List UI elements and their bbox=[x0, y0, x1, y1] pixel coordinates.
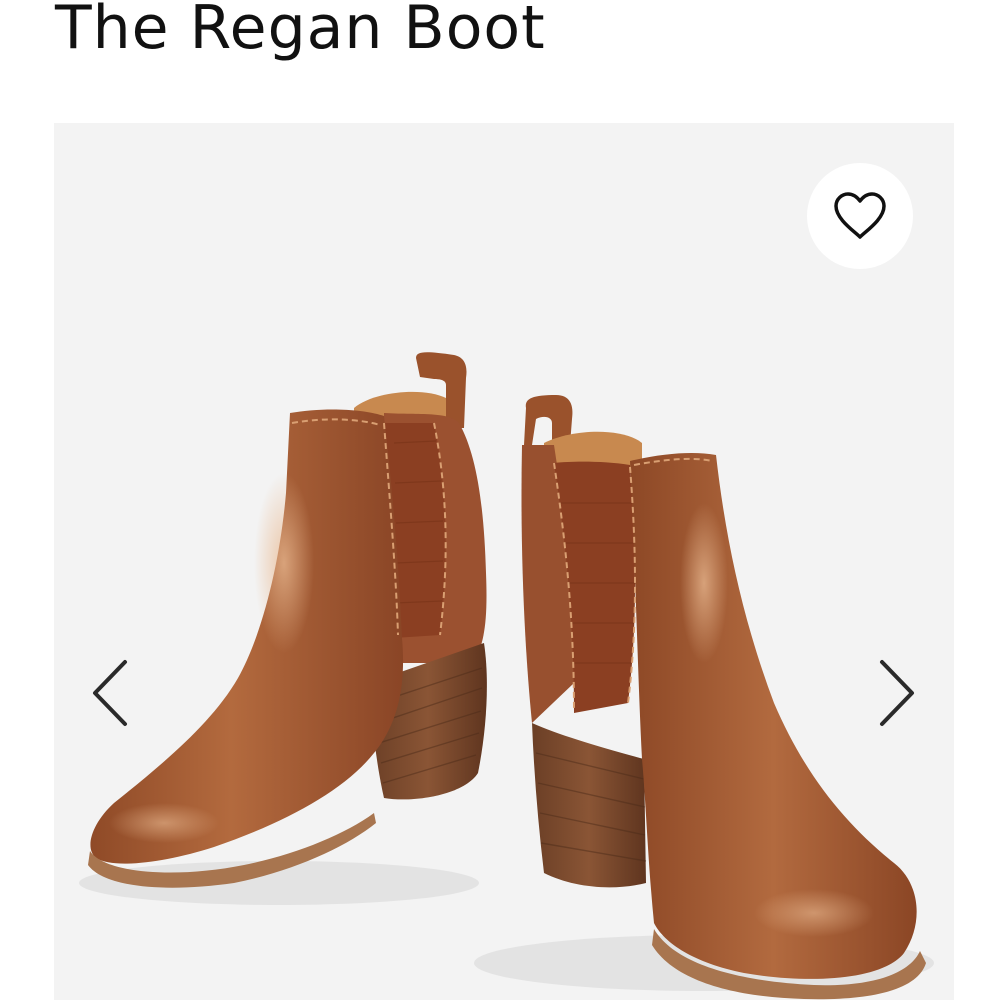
previous-image-button[interactable] bbox=[86, 653, 136, 733]
product-page: The Regan Boot bbox=[0, 0, 1000, 1000]
favorite-button[interactable] bbox=[807, 163, 913, 269]
product-image bbox=[79, 352, 934, 1000]
product-gallery bbox=[54, 123, 954, 1000]
heart-outline-icon bbox=[834, 192, 886, 239]
product-title: The Regan Boot bbox=[55, 0, 546, 63]
chevron-right-icon bbox=[880, 660, 914, 726]
next-image-button[interactable] bbox=[871, 653, 921, 733]
chevron-left-icon bbox=[93, 660, 127, 726]
